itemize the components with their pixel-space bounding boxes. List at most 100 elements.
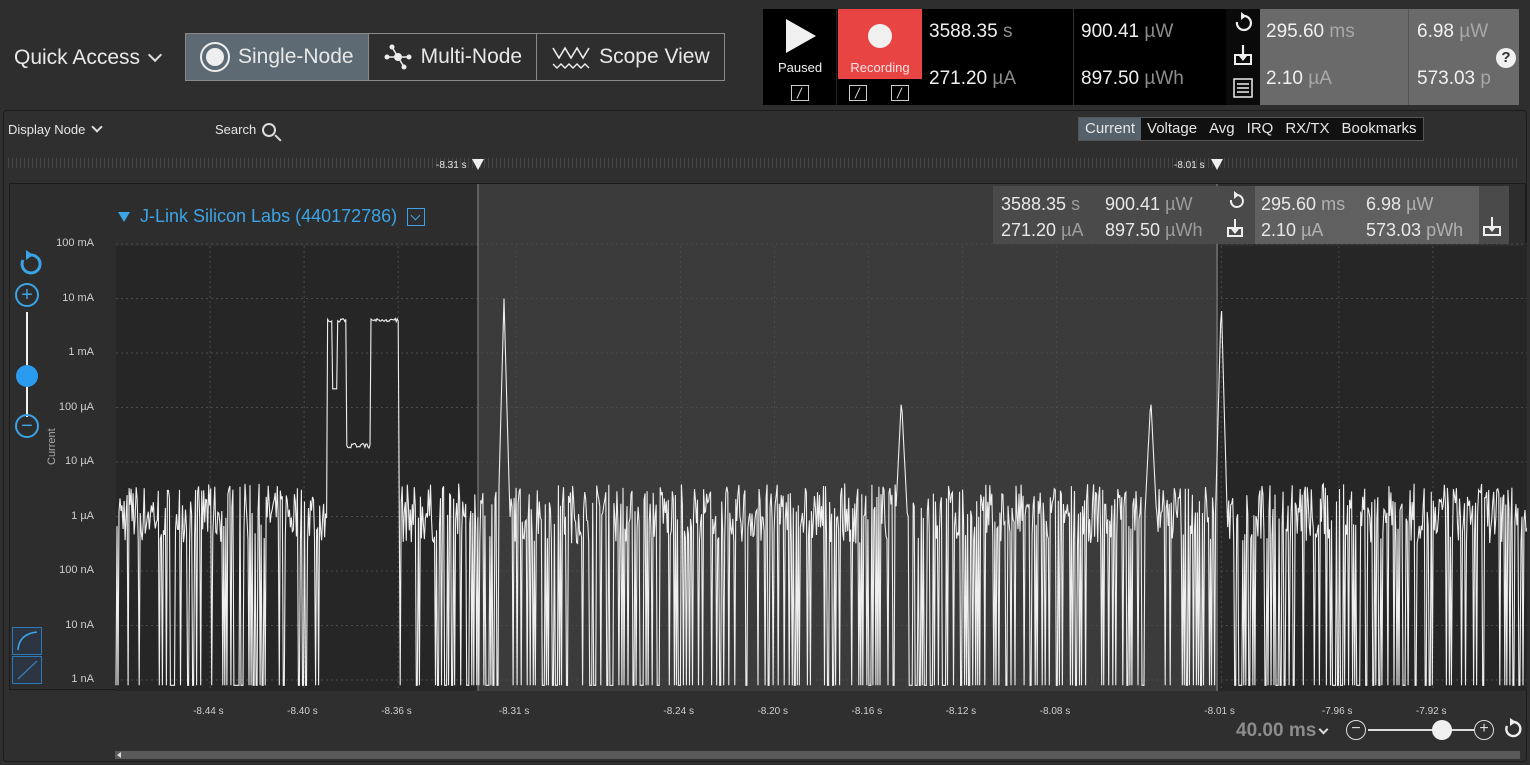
export-icon[interactable] (1481, 216, 1505, 238)
overlay-energy-value: 897.50 (1105, 220, 1161, 240)
marker-handle-right[interactable] (1211, 159, 1223, 170)
multi-node-button[interactable]: Multi-Node (369, 34, 538, 80)
stat-time: 3588.35 s (929, 21, 1012, 43)
tab-avg[interactable]: Avg (1203, 118, 1241, 140)
log-scale-icon[interactable] (12, 627, 42, 655)
overlay-current-value: 271.20 (1001, 220, 1057, 240)
overlay-sel-energy: 573.03 pWh (1366, 220, 1463, 241)
overlay-time: 3588.35 s (1001, 194, 1080, 215)
falling-trigger-icon[interactable] (891, 85, 909, 101)
overlay-action-icons (1227, 191, 1244, 237)
display-node-dropdown[interactable]: Display Node (8, 120, 103, 137)
y-zoom-slider-knob[interactable] (16, 365, 38, 387)
time-zoom-out-icon[interactable]: − (1346, 720, 1366, 740)
reset-icon[interactable] (1235, 12, 1253, 32)
horizontal-scrollbar[interactable] (115, 751, 1520, 759)
sel-stat-power-unit: µW (1459, 21, 1489, 42)
view-tabs: Current Voltage Avg IRQ RX/TX Bookmarks (1078, 117, 1424, 141)
reset-icon[interactable] (1229, 191, 1244, 208)
stat-time-unit: s (1002, 21, 1013, 42)
tab-bookmarks[interactable]: Bookmarks (1336, 118, 1423, 140)
export-icon[interactable] (1227, 219, 1243, 237)
sel-stat-energy-value: 573.03 (1417, 68, 1476, 89)
record-icon (868, 24, 892, 48)
y-reset-icon[interactable] (14, 250, 42, 278)
sel-stat-time-value: 295.60 (1266, 21, 1325, 42)
tab-current[interactable]: Current (1079, 118, 1142, 140)
stat-power: 900.41 µW (1081, 21, 1173, 43)
record-button[interactable]: Recording (838, 9, 922, 79)
current-chart (115, 184, 1528, 691)
pause-button[interactable]: Paused (763, 9, 837, 105)
x-tick-label: -8.44 s (193, 706, 224, 717)
overlay-power-value: 900.41 (1105, 194, 1161, 214)
stat-action-icons (1226, 9, 1260, 105)
sel-stat-power: 6.98 µW (1417, 21, 1488, 43)
overlay-power-unit: µW (1165, 194, 1193, 214)
divider (1408, 9, 1409, 105)
stat-energy-value: 897.50 (1081, 68, 1140, 89)
node-menu-icon[interactable] (407, 207, 426, 226)
overlay-energy-unit: µWh (1165, 220, 1203, 240)
tab-rx-tx[interactable]: RX/TX (1279, 118, 1335, 140)
tab-irq[interactable]: IRQ (1241, 118, 1280, 140)
node-header[interactable]: J-Link Silicon Labs (440172786) (118, 206, 426, 227)
collapse-triangle-icon[interactable] (118, 211, 130, 222)
search-label: Search (215, 122, 257, 137)
x-tick-label: -8.12 s (945, 706, 977, 717)
play-icon (786, 19, 816, 53)
sel-stat-current-unit: µA (1308, 68, 1332, 89)
multi-node-label: Multi-Node (420, 45, 523, 68)
help-icon[interactable]: ? (1496, 48, 1516, 68)
time-window-dropdown[interactable]: 40.00 ms (1236, 720, 1329, 742)
y-tick-label: 100 mA (56, 237, 94, 249)
time-reset-icon[interactable] (1500, 718, 1522, 740)
power-profiler-app: Quick Access Single-Node Multi-Node Scop… (0, 0, 1530, 765)
y-zoom-in-icon[interactable]: + (15, 283, 39, 307)
single-node-button[interactable]: Single-Node (186, 34, 369, 80)
export-icon[interactable] (1234, 45, 1252, 65)
sel-stat-energy-unit: p (1480, 68, 1491, 89)
scope-view-button[interactable]: Scope View (537, 34, 724, 80)
time-zoom-slider-knob[interactable] (1432, 720, 1452, 740)
overlay-current: 271.20 µA (1001, 220, 1083, 241)
y-zoom-controls: + − (12, 250, 42, 450)
stat-energy: 897.50 µWh (1081, 68, 1184, 90)
plot-area[interactable] (9, 183, 1528, 691)
x-tick-label: -7.92 s (1415, 706, 1447, 717)
stat-power-unit: µW (1144, 21, 1174, 42)
time-ruler[interactable] (8, 158, 1520, 168)
y-zoom-out-icon[interactable]: − (15, 414, 39, 438)
linear-scale-icon[interactable] (12, 656, 42, 684)
search-button[interactable]: Search (215, 122, 277, 137)
time-zoom-in-icon[interactable]: + (1474, 720, 1494, 740)
overlay-current-unit: µA (1061, 220, 1084, 240)
x-tick-label: -8.40 s (287, 706, 318, 717)
quick-access-dropdown[interactable]: Quick Access (14, 46, 163, 70)
x-tick-label: -8.24 s (663, 706, 694, 717)
marker-handle-left[interactable] (472, 159, 484, 170)
mode-switcher: Single-Node Multi-Node Scope View (185, 33, 725, 81)
list-icon[interactable] (1233, 78, 1253, 98)
x-tick-label: -8.01 s (1204, 706, 1235, 717)
overlay-sel-current-unit: µA (1301, 220, 1324, 240)
marker-label-right: -8.01 s (1174, 160, 1205, 171)
scope-view-label: Scope View (599, 45, 710, 68)
overlay-sel-power: 6.98 µW (1366, 194, 1433, 215)
overlay-time-unit: s (1071, 194, 1081, 214)
sel-stat-energy: 573.03 p (1417, 68, 1491, 90)
network-icon (384, 44, 412, 70)
overlay-energy: 897.50 µWh (1105, 220, 1202, 241)
tab-voltage[interactable]: Voltage (1141, 118, 1203, 140)
rising-trigger-icon[interactable] (849, 85, 867, 101)
x-tick-label: -8.08 s (1039, 706, 1071, 717)
sel-stat-time: 295.60 ms (1266, 21, 1355, 43)
rising-trigger-icon[interactable] (791, 85, 809, 101)
y-tick-label: 1 µA (71, 509, 94, 522)
sel-stat-current: 2.10 µA (1266, 68, 1332, 90)
time-zoom-track[interactable] (1368, 729, 1474, 731)
recording-control-block: Paused Recording 3588.35 s 271.20 µA 900… (763, 9, 1519, 105)
x-tick-label: -8.16 s (851, 706, 883, 717)
display-node-label: Display Node (8, 122, 86, 137)
overlay-time-value: 3588.35 (1001, 194, 1067, 214)
